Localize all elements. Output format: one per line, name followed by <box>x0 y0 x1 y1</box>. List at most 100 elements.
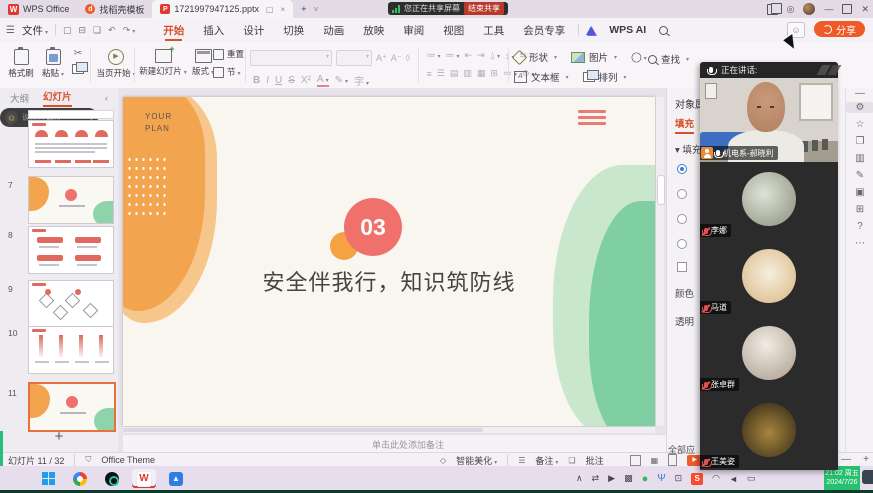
participant-tile[interactable]: 张卓群 <box>700 316 838 394</box>
notes-button[interactable]: 备注 <box>535 454 558 467</box>
split-view-icon[interactable] <box>767 4 778 15</box>
redo-icon[interactable]: ↷ <box>123 25 136 36</box>
tab-wps-home[interactable]: W WPS Office <box>0 0 77 18</box>
edit-tools-icon[interactable]: ✎ <box>846 170 873 181</box>
fill-section-header[interactable]: ▾ 填充 <box>675 142 701 156</box>
vertical-scrollbar-thumb[interactable] <box>657 175 665 205</box>
menu-wps-ai[interactable]: WPS AI <box>603 18 652 42</box>
align-center-button[interactable]: ☰ <box>437 68 445 79</box>
picture-button[interactable]: 图片 <box>571 50 617 64</box>
distribute-button[interactable]: ▦ <box>477 68 486 79</box>
table-button[interactable]: ⊞ <box>490 68 498 79</box>
thumbnail-slide5-partial[interactable] <box>28 110 114 119</box>
tab-slides[interactable]: 幻灯片 <box>43 89 72 107</box>
layout-pane-icon[interactable]: ▣ <box>846 187 873 198</box>
tab-outline[interactable]: 大纲 <box>10 91 29 105</box>
comments-button[interactable]: 批注 <box>586 454 604 467</box>
tray-green-app-icon[interactable]: ● <box>642 473 649 485</box>
highlight-button[interactable]: ✎ <box>335 75 348 86</box>
shrink-font-icon[interactable]: A⁻ <box>391 53 402 64</box>
fill-tab[interactable]: 填充 <box>675 116 694 134</box>
justify-button[interactable]: ▥ <box>463 68 472 79</box>
arrange-button[interactable]: 排列 <box>583 70 627 84</box>
font-size-select[interactable] <box>336 50 372 66</box>
align-left-button[interactable]: ≡ <box>427 69 432 79</box>
share-button[interactable]: 分享 <box>814 21 865 37</box>
menu-transitions[interactable]: 切换 <box>277 18 310 42</box>
notes-placeholder[interactable]: 单击此处添加备注 <box>372 438 444 451</box>
tray-sogou-icon[interactable]: S <box>691 473 703 485</box>
save-icon[interactable]: ▢ <box>63 25 72 36</box>
italic-button[interactable]: I <box>266 75 269 86</box>
menu-slideshow[interactable]: 放映 <box>357 18 390 42</box>
superscript-button[interactable]: X² <box>301 75 311 86</box>
strike-button[interactable]: S <box>288 75 295 86</box>
stop-sharing-button[interactable]: 结束共享 <box>464 2 504 15</box>
bold-button[interactable]: B <box>253 75 260 86</box>
menu-member[interactable]: 会员专享 <box>517 18 571 42</box>
account-avatar[interactable] <box>803 3 815 15</box>
properties-icon[interactable]: ⚙ <box>846 102 873 113</box>
menu-review[interactable]: 审阅 <box>397 18 430 42</box>
paste-button[interactable]: 粘贴 <box>38 49 68 79</box>
participant-tile[interactable]: 马道 <box>700 239 838 317</box>
restore-button[interactable] <box>842 4 852 14</box>
format-painter-button[interactable]: 格式刷 <box>6 49 36 79</box>
shapes-button[interactable]: 形状 <box>514 50 557 64</box>
thumbnail-slide-6[interactable] <box>28 120 114 168</box>
zoom-out-button[interactable]: — <box>841 454 851 465</box>
sorter-view-button[interactable]: ▦ <box>651 456 659 465</box>
new-tab-button[interactable]: + ˅ <box>293 0 326 18</box>
tray-mic-icon[interactable]: Ψ <box>657 473 665 484</box>
tab-close-icon[interactable]: × <box>281 5 286 14</box>
media-button[interactable]: ◯ <box>631 52 647 63</box>
theme-name[interactable]: Office Theme <box>101 455 155 465</box>
menu-view[interactable]: 视图 <box>437 18 470 42</box>
meeting-header[interactable]: 正在讲话: <box>700 62 844 78</box>
apply-all-button[interactable]: 全部应 <box>668 443 695 456</box>
reset-button[interactable]: 重置 <box>213 48 247 60</box>
cut-icon[interactable]: ✂ <box>70 48 86 59</box>
tray-gallery-icon[interactable]: ▩ <box>624 473 633 484</box>
tray-capture-icon[interactable]: ⊡ <box>675 473 683 484</box>
tray-tune-icon[interactable]: ⇄ <box>592 473 600 484</box>
tray-wifi-icon[interactable]: ◠ <box>712 473 720 484</box>
collapse-strip-icon[interactable]: — <box>846 88 873 99</box>
chart-pane-icon[interactable]: ▥ <box>846 153 873 164</box>
fill-radio-2[interactable] <box>677 189 687 199</box>
start-button[interactable] <box>36 469 60 488</box>
taskbar-notification-icon[interactable] <box>862 470 873 484</box>
tray-volume-icon[interactable]: ◄ <box>729 474 738 484</box>
zoom-in-button[interactable]: + <box>863 454 869 465</box>
tray-device-icon[interactable]: ▭ <box>747 473 756 484</box>
hamburger-icon[interactable]: ☰ <box>6 25 15 36</box>
menu-tools[interactable]: 工具 <box>477 18 510 42</box>
add-slide-button[interactable]: + <box>0 424 118 450</box>
play-from-current-button[interactable]: ▶ 当页开始 <box>96 49 136 79</box>
thumbnail-slide-8[interactable] <box>28 226 114 274</box>
tray-expand-icon[interactable]: ∧ <box>576 473 583 484</box>
fill-checkbox[interactable] <box>677 262 687 272</box>
vertical-scrollbar[interactable] <box>656 97 664 426</box>
thumbnail-slide-9[interactable] <box>28 280 114 328</box>
skin-icon[interactable]: ◎ <box>787 4 795 15</box>
animation-pane-icon[interactable]: ❐ <box>846 136 873 147</box>
fill-radio-4[interactable] <box>677 239 687 249</box>
beautify-button[interactable]: 智能美化 <box>456 454 497 467</box>
menu-home[interactable]: 开始 <box>157 18 190 42</box>
menu-animation[interactable]: 动画 <box>317 18 350 42</box>
numbering-button[interactable]: ≕ <box>446 50 460 61</box>
taskbar-browser[interactable] <box>68 469 92 488</box>
indent-button[interactable]: ⇥ <box>477 50 485 61</box>
underline-button[interactable]: U <box>275 75 282 86</box>
new-pane-icon[interactable]: ⊞ <box>846 204 873 215</box>
normal-view-button[interactable] <box>630 455 641 466</box>
font-color-button[interactable]: A <box>317 74 329 87</box>
horizontal-scrollbar-thumb[interactable] <box>123 428 483 432</box>
search-icon[interactable] <box>659 26 668 35</box>
participant-tile[interactable]: 王美姿 <box>700 393 838 470</box>
slide-canvas[interactable]: YOUR PLAN 03 安全伴我行，知识筑防线 <box>123 97 655 426</box>
thumbnail-slide-10[interactable] <box>28 326 114 374</box>
outdent-button[interactable]: ⇤ <box>465 50 473 61</box>
bullets-button[interactable]: ≔ <box>427 50 441 61</box>
